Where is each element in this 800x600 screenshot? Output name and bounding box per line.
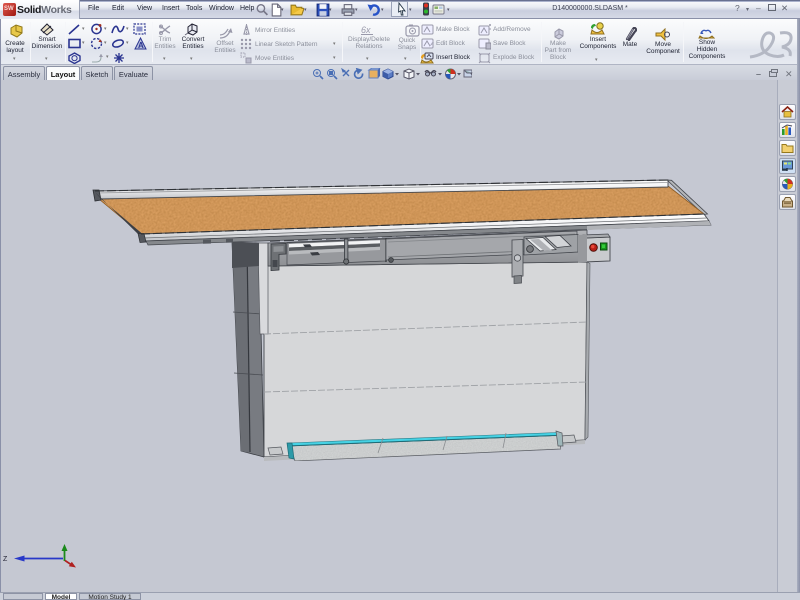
svg-text:Z: Z [3,556,8,563]
svg-text:A: A [138,41,144,50]
svg-text:6x: 6x [361,25,371,35]
